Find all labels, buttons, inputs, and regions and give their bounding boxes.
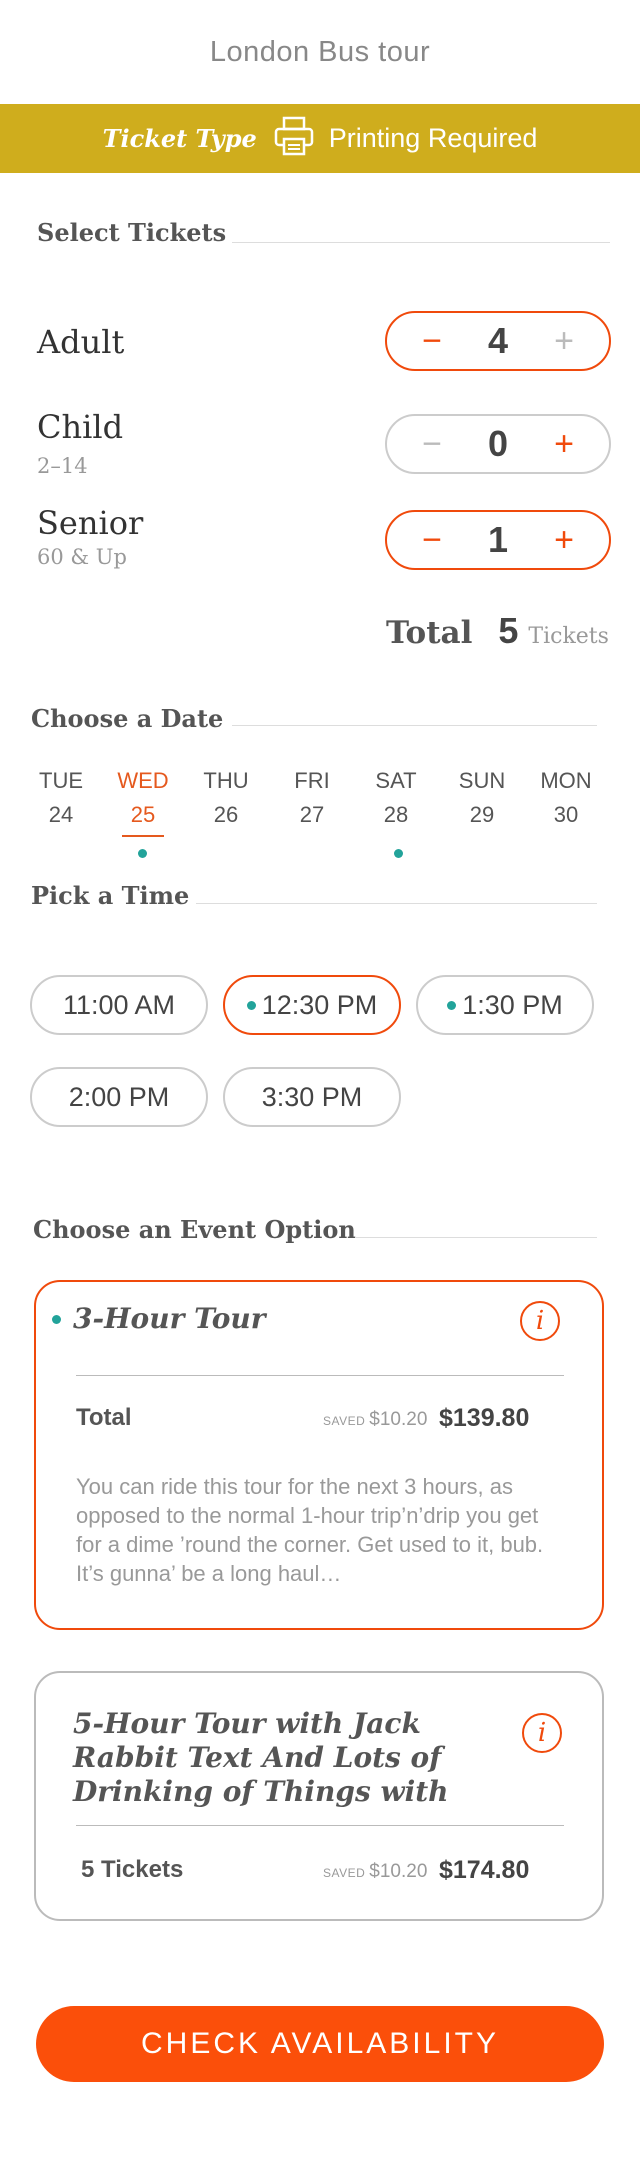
divider bbox=[232, 242, 610, 243]
adult-plus-button[interactable]: + bbox=[549, 324, 579, 358]
availability-dot bbox=[394, 849, 403, 858]
day-name: SAT bbox=[375, 768, 417, 793]
page-title: London Bus tour bbox=[209, 36, 431, 68]
senior-age-range: 60 & Up bbox=[37, 545, 127, 569]
time-slot-label: 2:00 PM bbox=[68, 1081, 170, 1112]
time-slot-1230pm[interactable]: 12:30 PM bbox=[223, 975, 401, 1035]
info-icon[interactable]: i bbox=[522, 1713, 562, 1753]
child-stepper: − 0 + bbox=[385, 414, 611, 474]
info-icon[interactable]: i bbox=[520, 1301, 560, 1341]
saved-word: SAVED bbox=[323, 1414, 366, 1428]
availability-dot bbox=[52, 1315, 61, 1324]
date-sat-28[interactable]: SAT 28 bbox=[361, 768, 431, 828]
senior-minus-button[interactable]: − bbox=[417, 523, 447, 557]
saved-amount: $10.20 bbox=[369, 1861, 428, 1882]
option-total-label: Total bbox=[76, 1404, 132, 1431]
adult-count: 4 bbox=[487, 320, 509, 361]
day-number: 28 bbox=[383, 802, 409, 827]
check-availability-button[interactable]: CHECK AVAILABILITY bbox=[36, 2006, 604, 2082]
senior-label: Senior bbox=[37, 504, 144, 542]
availability-dot bbox=[447, 1000, 457, 1010]
time-slot-200pm[interactable]: 2:00 PM bbox=[30, 1067, 208, 1127]
option-tickets-label: 5 Tickets bbox=[81, 1856, 184, 1883]
day-number: 25 bbox=[130, 802, 156, 827]
availability-dot bbox=[138, 849, 147, 858]
divider bbox=[355, 1237, 597, 1238]
child-label: Child bbox=[37, 408, 124, 446]
tickets-total: Total 5 Tickets bbox=[386, 610, 609, 652]
time-slot-label: 12:30 PM bbox=[261, 989, 378, 1020]
select-tickets-title: Select Tickets bbox=[37, 218, 227, 247]
child-age-range: 2–14 bbox=[37, 454, 88, 478]
ticket-type-value: Printing Required bbox=[328, 123, 538, 153]
event-option-title-text: 3-Hour Tour bbox=[73, 1302, 266, 1335]
option-description: You can ride this tour for the next 3 ho… bbox=[76, 1474, 544, 1586]
time-slot-1100am[interactable]: 11:00 AM bbox=[30, 975, 208, 1035]
total-label: Total bbox=[386, 615, 473, 651]
day-number: 24 bbox=[48, 802, 74, 827]
saved-word: SAVED bbox=[323, 1866, 366, 1880]
choose-date-title: Choose a Date bbox=[31, 704, 224, 733]
adult-label: Adult bbox=[37, 323, 125, 361]
time-slot-label: 11:00 AM bbox=[62, 989, 176, 1020]
ticket-type-bar: Ticket Type Printing Required bbox=[0, 104, 640, 173]
day-name: THU bbox=[203, 768, 249, 793]
date-fri-27[interactable]: FRI 27 bbox=[277, 768, 347, 828]
divider bbox=[76, 1825, 564, 1826]
child-plus-button[interactable]: + bbox=[549, 427, 579, 461]
pick-time-title: Pick a Time bbox=[31, 881, 190, 910]
time-slot-label: 1:30 PM bbox=[462, 989, 563, 1020]
senior-count: 1 bbox=[487, 519, 509, 560]
date-wed-25[interactable]: WED 25 bbox=[108, 768, 178, 828]
ticket-type-label: Ticket Type bbox=[102, 124, 257, 153]
total-count: 5 bbox=[498, 610, 519, 651]
time-slot-330pm[interactable]: 3:30 PM bbox=[223, 1067, 401, 1127]
availability-dot bbox=[246, 1000, 256, 1010]
event-option-card-5hour[interactable]: 5-Hour Tour with Jack Rabbit Text And Lo… bbox=[34, 1671, 604, 1921]
child-count: 0 bbox=[487, 423, 509, 464]
divider bbox=[232, 725, 597, 726]
adult-stepper: − 4 + bbox=[385, 311, 611, 371]
day-name: SUN bbox=[458, 768, 506, 793]
day-name: TUE bbox=[39, 768, 83, 793]
time-slot-label: 3:30 PM bbox=[261, 1081, 363, 1112]
total-unit: Tickets bbox=[528, 624, 609, 649]
date-tue-24[interactable]: TUE 24 bbox=[26, 768, 96, 828]
saved-amount: $10.20 bbox=[369, 1409, 428, 1430]
child-minus-button[interactable]: − bbox=[417, 427, 447, 461]
day-name: WED bbox=[117, 768, 169, 793]
date-mon-30[interactable]: MON 30 bbox=[531, 768, 601, 828]
option-price: $139.80 bbox=[439, 1404, 530, 1432]
event-option-title-text: 5-Hour Tour with Jack Rabbit Text And Lo… bbox=[73, 1707, 449, 1808]
event-option-card-3hour[interactable]: 3-Hour Tour i Total SAVED $10.20 $139.80 … bbox=[34, 1280, 604, 1630]
printer-icon bbox=[273, 116, 315, 161]
event-option-title: Choose an Event Option bbox=[33, 1215, 356, 1244]
day-number: 26 bbox=[213, 802, 239, 827]
adult-minus-button[interactable]: − bbox=[417, 324, 447, 358]
day-number: 29 bbox=[469, 802, 495, 827]
selected-date-underline bbox=[122, 835, 164, 837]
divider bbox=[76, 1375, 564, 1376]
day-number: 27 bbox=[299, 802, 325, 827]
savings-text: SAVED $10.20 bbox=[323, 1409, 427, 1431]
time-slot-130pm[interactable]: 1:30 PM bbox=[416, 975, 594, 1035]
day-name: MON bbox=[540, 768, 592, 793]
senior-plus-button[interactable]: + bbox=[549, 523, 579, 557]
savings-text: SAVED $10.20 bbox=[323, 1861, 427, 1883]
divider bbox=[196, 903, 597, 904]
option-price: $174.80 bbox=[439, 1856, 530, 1884]
date-thu-26[interactable]: THU 26 bbox=[191, 768, 261, 828]
senior-stepper: − 1 + bbox=[385, 510, 611, 570]
day-number: 30 bbox=[553, 802, 579, 827]
date-sun-29[interactable]: SUN 29 bbox=[447, 768, 517, 828]
day-name: FRI bbox=[294, 768, 330, 793]
